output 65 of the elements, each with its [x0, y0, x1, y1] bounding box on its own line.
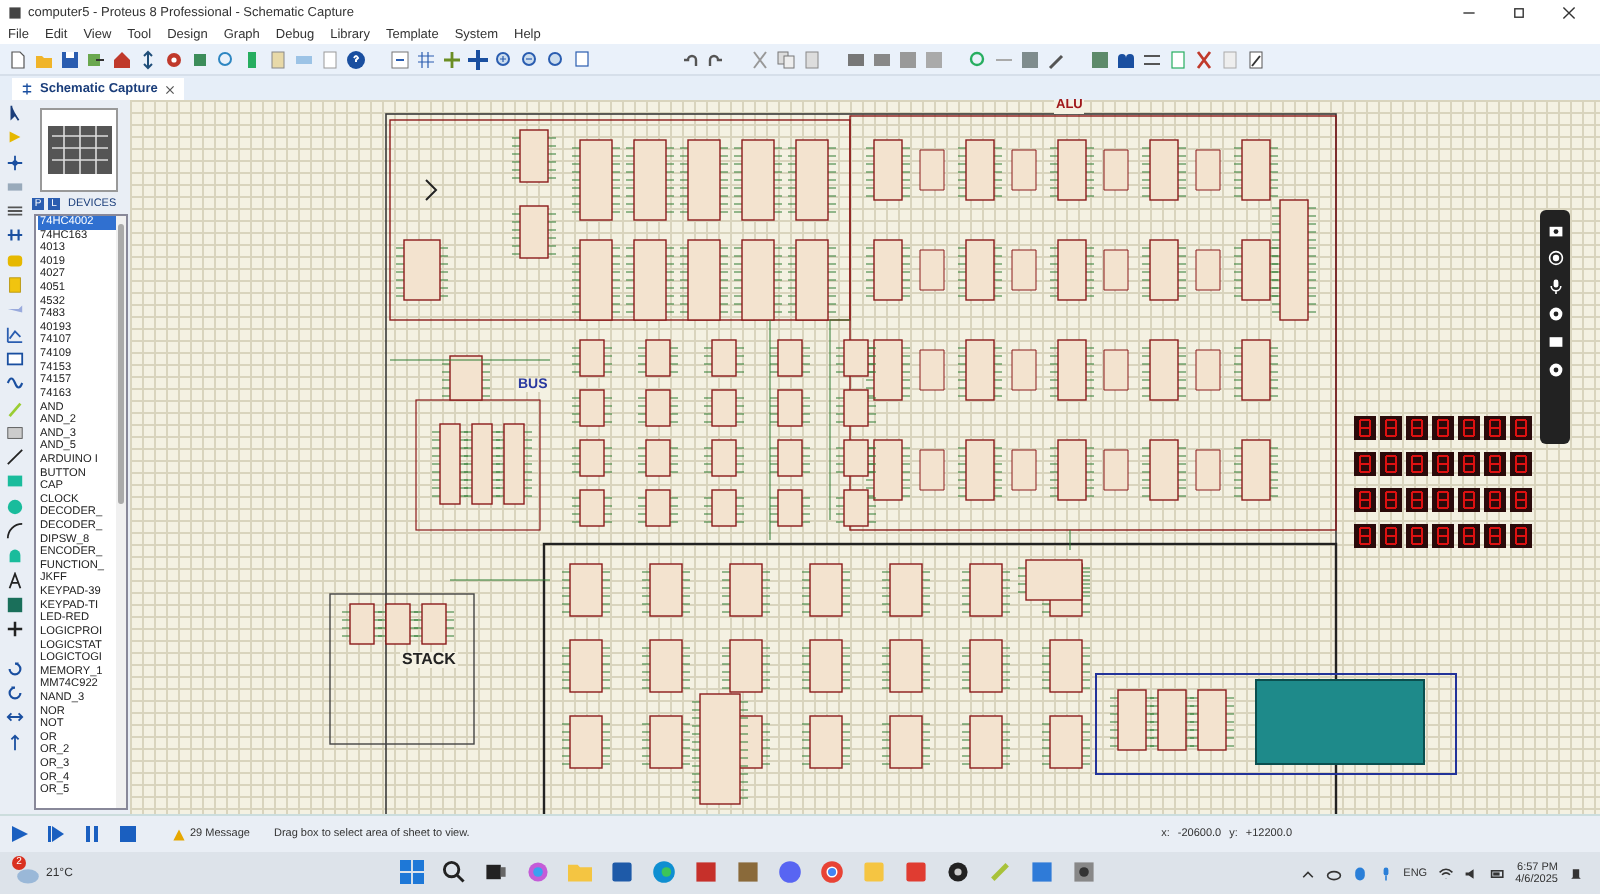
zoom-out-icon[interactable] [520, 49, 540, 69]
undo-icon[interactable] [680, 49, 700, 69]
delete-sheet-icon[interactable] [1194, 49, 1214, 69]
browser-icon[interactable] [652, 860, 676, 884]
mirror-vertical-icon[interactable] [5, 733, 23, 752]
tape-icon[interactable] [5, 349, 23, 368]
pan-icon[interactable] [468, 49, 488, 69]
camera-icon[interactable] [1547, 222, 1563, 238]
generator-icon[interactable] [5, 374, 23, 393]
pause-button[interactable] [80, 822, 104, 846]
graph-icon[interactable] [5, 325, 23, 344]
search-icon[interactable] [442, 860, 466, 884]
gear-icon[interactable] [164, 49, 184, 69]
speaker-icon[interactable] [1463, 866, 1480, 882]
microphone-icon[interactable] [1547, 278, 1563, 294]
chevron-up-icon[interactable] [1299, 866, 1316, 882]
zoom-all-icon[interactable] [546, 49, 566, 69]
overview-preview[interactable] [40, 108, 118, 192]
symbol-tool-icon[interactable] [5, 595, 23, 614]
stack-label: STACK [400, 652, 458, 668]
warning-icon [172, 827, 186, 841]
record-icon[interactable] [1547, 250, 1563, 266]
save-icon[interactable] [60, 49, 80, 69]
line-tool-icon[interactable] [5, 448, 23, 467]
grid-icon[interactable] [416, 49, 436, 69]
zoom-area-icon[interactable] [572, 49, 592, 69]
windows-start-icon[interactable] [400, 860, 424, 884]
schematic-icon [20, 82, 34, 96]
mirror-horizontal-icon[interactable] [5, 708, 23, 727]
text-tool-icon[interactable] [5, 571, 23, 590]
copilot-icon[interactable] [526, 860, 550, 884]
schematic-thumbnail [43, 120, 115, 180]
chat-app-icon[interactable] [778, 860, 802, 884]
copy-icon[interactable] [776, 49, 796, 69]
bus-icon[interactable] [5, 226, 23, 245]
new-file-icon[interactable] [8, 49, 28, 69]
restore-icon[interactable] [1512, 5, 1526, 19]
text-script-icon[interactable] [5, 202, 23, 221]
block-copy-icon[interactable] [846, 49, 866, 69]
help-icon[interactable] [346, 49, 366, 69]
arc-tool-icon[interactable] [5, 522, 23, 541]
block-move-icon[interactable] [872, 49, 892, 69]
pick-icon[interactable] [968, 49, 988, 69]
rotate-anticlockwise-icon[interactable] [5, 684, 23, 703]
app-icon [8, 5, 22, 19]
chrome-icon[interactable] [820, 860, 844, 884]
arrows-icon[interactable] [138, 49, 158, 69]
junction-icon[interactable] [5, 153, 23, 172]
task-view-icon[interactable] [484, 860, 508, 884]
rotate-clockwise-icon[interactable] [5, 659, 23, 678]
redo-icon[interactable] [706, 49, 726, 69]
pointer-icon[interactable] [5, 104, 23, 122]
close-icon[interactable] [163, 83, 176, 95]
marker-tool-icon[interactable] [5, 620, 23, 639]
zoom-in-icon[interactable] [494, 49, 514, 69]
scrollbar-thumb[interactable] [118, 224, 124, 504]
edit-icon[interactable] [1246, 49, 1266, 69]
stop-button[interactable] [116, 822, 140, 846]
close-icon[interactable] [1562, 5, 1576, 19]
play-button[interactable] [8, 822, 32, 846]
camera-app-icon[interactable] [946, 860, 970, 884]
house-icon[interactable] [112, 49, 132, 69]
import-icon[interactable] [86, 49, 106, 69]
origin-icon[interactable] [442, 49, 462, 69]
step-button[interactable] [44, 822, 68, 846]
